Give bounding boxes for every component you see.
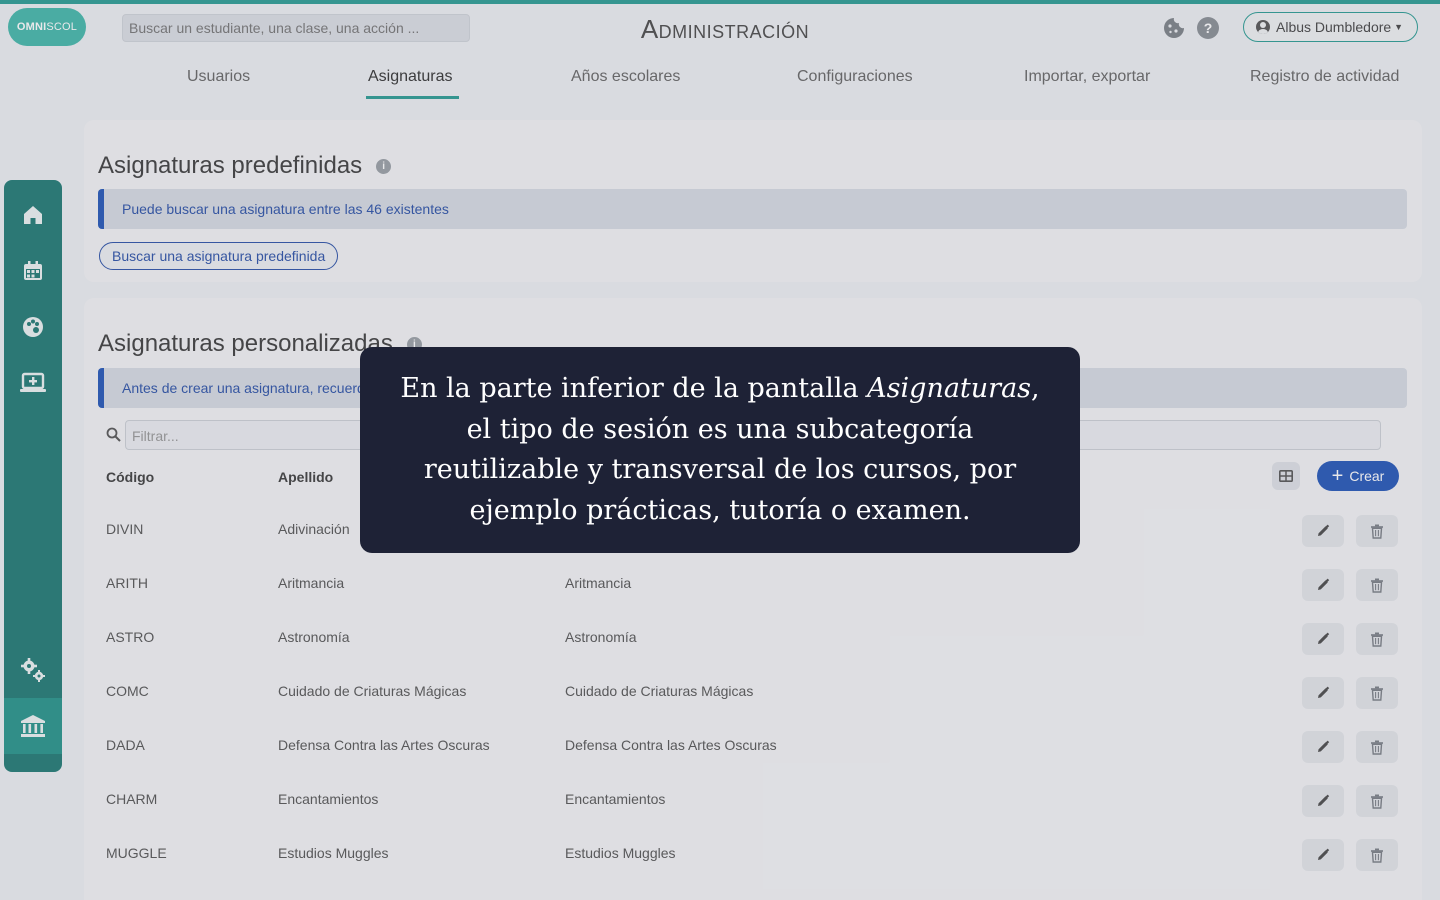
tooltip-text-emphasis: Asignaturas: [867, 373, 1032, 404]
tour-tooltip: En la parte inferior de la pantalla Asig…: [360, 347, 1080, 553]
tooltip-text-before: En la parte inferior de la pantalla: [400, 373, 868, 404]
